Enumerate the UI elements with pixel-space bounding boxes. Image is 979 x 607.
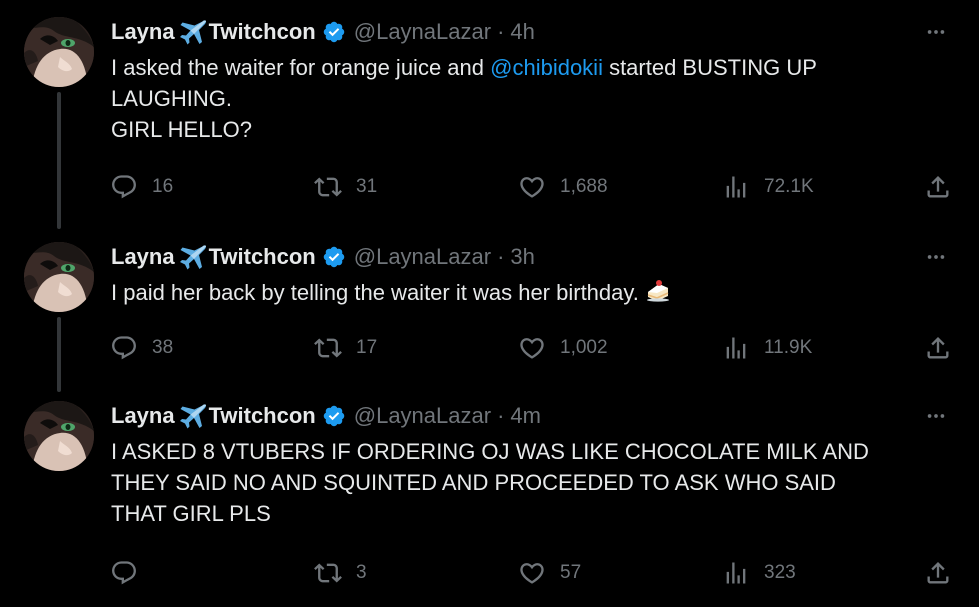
reply-button[interactable]	[110, 558, 152, 588]
share-button[interactable]	[924, 333, 952, 363]
text-segment: started BUSTING UP	[602, 55, 817, 80]
birthday-cake-emoji-icon	[645, 278, 671, 302]
tweet-actions: 16 31 1,688 72.1K	[0, 172, 979, 202]
like-icon	[518, 334, 546, 362]
repost-button[interactable]: 17	[314, 333, 377, 363]
share-icon	[924, 559, 952, 587]
mention-link[interactable]: @chibidokii	[490, 55, 603, 80]
repost-icon	[314, 559, 342, 587]
user-handle[interactable]: @LaynaLazar	[354, 244, 491, 270]
display-name[interactable]: Layna	[111, 244, 175, 270]
tweet-header: Layna Twitchcon @LaynaLazar · 3h	[111, 242, 535, 272]
repost-count: 31	[356, 176, 378, 197]
repost-icon	[314, 334, 342, 362]
share-button[interactable]	[924, 172, 952, 202]
thread-line	[57, 317, 61, 392]
repost-count: 3	[356, 562, 367, 583]
views-button[interactable]: 72.1K	[722, 172, 814, 202]
verified-badge-icon[interactable]	[322, 20, 346, 44]
like-button[interactable]: 1,688	[518, 172, 608, 202]
reply-count: 38	[152, 337, 174, 358]
timestamp[interactable]: 3h	[510, 244, 534, 270]
more-options-icon[interactable]	[923, 244, 949, 270]
reply-button[interactable]: 38	[110, 333, 173, 363]
repost-icon	[314, 173, 342, 201]
reply-icon	[110, 334, 138, 362]
tweet-actions: 38 17 1,002 11.9K	[0, 333, 979, 363]
user-handle[interactable]: @LaynaLazar	[354, 19, 491, 45]
avatar[interactable]	[24, 17, 94, 87]
like-count: 1,688	[560, 176, 608, 197]
display-name-suffix[interactable]: Twitchcon	[209, 244, 316, 270]
share-icon	[924, 173, 952, 201]
verified-badge-icon[interactable]	[322, 404, 346, 428]
airplane-emoji-icon	[177, 244, 207, 270]
verified-badge-icon[interactable]	[322, 245, 346, 269]
text-segment: I asked the waiter for orange juice and	[111, 55, 491, 80]
view-count: 11.9K	[764, 337, 813, 358]
like-button[interactable]: 57	[518, 558, 581, 588]
tweet-text-line: I asked the waiter for orange juice and …	[111, 52, 951, 83]
separator-dot: ·	[497, 19, 505, 44]
text-segment: I paid her back by telling the waiter it…	[111, 280, 639, 305]
more-options-icon[interactable]	[923, 19, 949, 45]
reply-icon	[110, 559, 138, 587]
timestamp[interactable]: 4m	[510, 403, 541, 429]
views-icon	[722, 559, 750, 587]
tweet-text-line: I ASKED 8 VTUBERS IF ORDERING OJ WAS LIK…	[111, 439, 869, 464]
tweet-text: I paid her back by telling the waiter it…	[111, 277, 951, 308]
display-name[interactable]: Layna	[111, 403, 175, 429]
tweet-text-line: GIRL HELLO?	[111, 117, 253, 142]
views-button[interactable]: 11.9K	[722, 333, 812, 363]
tweet-header: Layna Twitchcon @LaynaLazar · 4m	[111, 401, 541, 431]
tweet-text: I asked the waiter for orange juice and …	[111, 52, 951, 145]
like-count: 57	[560, 562, 582, 583]
like-icon	[518, 559, 546, 587]
share-icon	[924, 334, 952, 362]
separator-dot: ·	[497, 403, 505, 428]
tweet-actions: 3 57 323	[0, 558, 979, 588]
repost-button[interactable]: 3	[314, 558, 367, 588]
timestamp[interactable]: 4h	[510, 19, 534, 45]
views-button[interactable]: 323	[722, 558, 796, 588]
tweet-text-line: THEY SAID NO AND SQUINTED AND PROCEEDED …	[111, 470, 836, 495]
reply-count: 16	[152, 176, 174, 197]
display-name-suffix[interactable]: Twitchcon	[209, 403, 316, 429]
tweet-header: Layna Twitchcon @LaynaLazar · 4h	[111, 17, 535, 47]
like-icon	[518, 173, 546, 201]
reply-button[interactable]: 16	[110, 172, 173, 202]
display-name[interactable]: Layna	[111, 19, 175, 45]
reply-icon	[110, 173, 138, 201]
views-icon	[722, 173, 750, 201]
repost-button[interactable]: 31	[314, 172, 377, 202]
view-count: 323	[764, 562, 796, 583]
like-count: 1,002	[560, 337, 608, 358]
display-name-suffix[interactable]: Twitchcon	[209, 19, 316, 45]
tweet-text-line: THAT GIRL PLS	[111, 501, 271, 526]
separator-dot: ·	[497, 244, 505, 269]
more-options-icon[interactable]	[923, 403, 949, 429]
avatar[interactable]	[24, 401, 94, 471]
tweet-text-line: LAUGHING.	[111, 86, 233, 111]
share-button[interactable]	[924, 558, 952, 588]
tweet-text-line: I paid her back by telling the waiter it…	[111, 277, 951, 308]
airplane-emoji-icon	[177, 19, 207, 45]
repost-count: 17	[356, 337, 378, 358]
like-button[interactable]: 1,002	[518, 333, 608, 363]
thread-line	[57, 92, 61, 229]
views-icon	[722, 334, 750, 362]
avatar[interactable]	[24, 242, 94, 312]
view-count: 72.1K	[764, 176, 814, 197]
airplane-emoji-icon	[177, 403, 207, 429]
tweet-text: I ASKED 8 VTUBERS IF ORDERING OJ WAS LIK…	[111, 436, 951, 529]
user-handle[interactable]: @LaynaLazar	[354, 403, 491, 429]
